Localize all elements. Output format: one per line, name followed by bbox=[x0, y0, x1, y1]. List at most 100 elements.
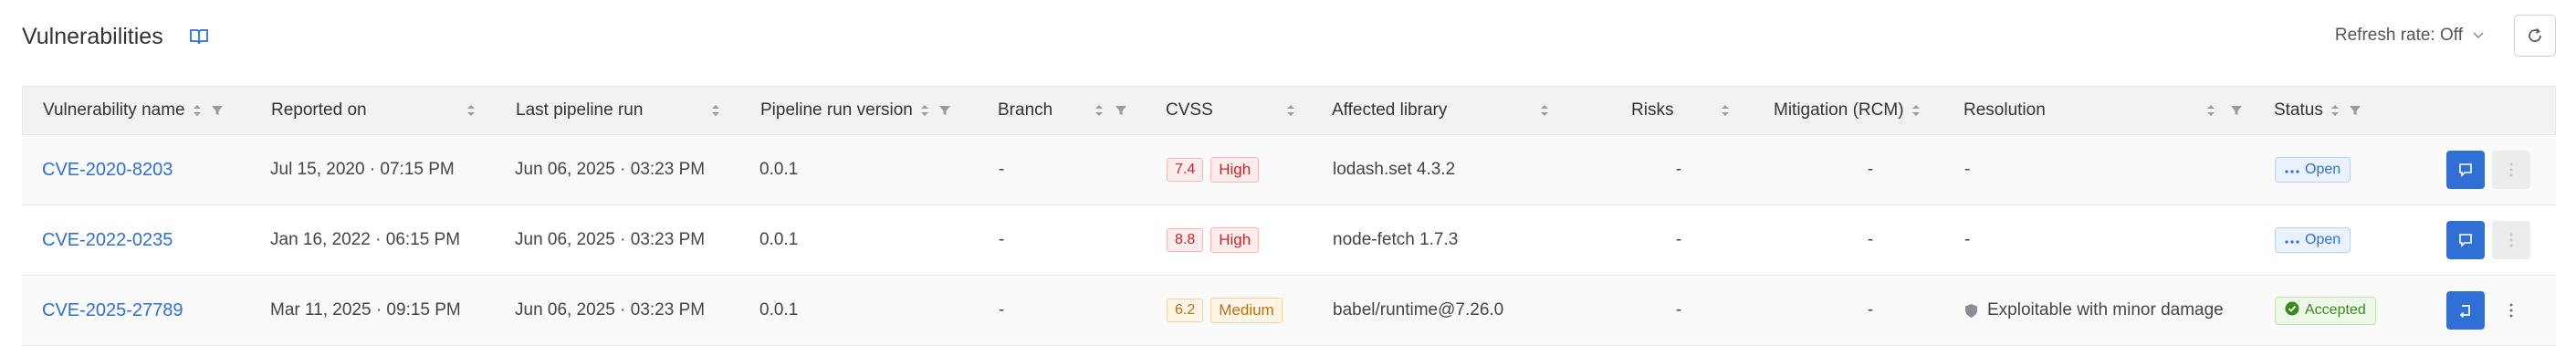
comment-icon bbox=[2459, 163, 2472, 177]
pipeline-run-version-cell: 0.0.1 bbox=[759, 276, 798, 345]
affected-library-cell: node-fetch 1.7.3 bbox=[1333, 205, 1458, 275]
col-pipeline-run-version-label: Pipeline run version bbox=[760, 100, 913, 120]
reported-on-cell: Jul 15, 2020 · 07:15 PM bbox=[270, 135, 455, 204]
undo-button[interactable] bbox=[2446, 291, 2485, 330]
sort-icon[interactable] bbox=[193, 103, 202, 118]
row-primary-action-cell bbox=[2446, 205, 2485, 275]
more-vertical-icon bbox=[2509, 163, 2513, 177]
risks-cell: - bbox=[1638, 276, 1720, 345]
affected-library-value: lodash.set 4.3.2 bbox=[1333, 160, 1456, 179]
vulnerability-name-link[interactable]: CVE-2020-8203 bbox=[42, 160, 173, 181]
col-affected-library-header[interactable]: Affected library bbox=[1332, 87, 1447, 134]
more-actions-button[interactable] bbox=[2492, 151, 2530, 189]
cvss-score-badge: 8.8 bbox=[1167, 228, 1204, 252]
vulnerability-name-link[interactable]: CVE-2025-27789 bbox=[42, 300, 183, 321]
comment-button[interactable] bbox=[2446, 221, 2485, 259]
table-row[interactable]: CVE-2022-0235 Jan 16, 2022 · 06:15 PM Jun … bbox=[22, 205, 2556, 276]
branch-value: - bbox=[999, 300, 1005, 320]
vulnerability-name-cell[interactable]: CVE-2022-0235 bbox=[42, 205, 173, 275]
last-pipeline-run-cell: Jun 06, 2025 · 03:23 PM bbox=[515, 276, 705, 345]
pipeline-run-version-value: 0.0.1 bbox=[759, 160, 799, 179]
branch-cell: - bbox=[999, 205, 1004, 275]
resolution-value: Exploitable with minor damage bbox=[1987, 300, 2224, 320]
cvss-score-badge: 6.2 bbox=[1167, 299, 1204, 322]
ellipsis-icon bbox=[2285, 162, 2299, 178]
status-label: Open bbox=[2305, 162, 2341, 177]
filter-icon[interactable] bbox=[211, 104, 224, 117]
comment-button[interactable] bbox=[2446, 151, 2485, 189]
col-vulnerability-name-label: Vulnerability name bbox=[43, 100, 185, 120]
col-risks-label: Risks bbox=[1631, 100, 1674, 120]
sort-icon[interactable] bbox=[711, 87, 720, 134]
col-resolution-header[interactable]: Resolution bbox=[1963, 87, 2046, 134]
table-row[interactable]: CVE-2025-27789 Mar 11, 2025 · 09:15 PM Jun… bbox=[22, 276, 2556, 346]
resolution-cell: Exploitable with minor damage bbox=[1964, 276, 2224, 345]
col-cvss-header[interactable]: CVSS bbox=[1166, 87, 1213, 134]
risks-value: - bbox=[1675, 300, 1682, 320]
sort-icon[interactable] bbox=[1286, 87, 1295, 134]
sort-icon[interactable] bbox=[466, 87, 476, 134]
col-risks-header[interactable]: Risks bbox=[1631, 87, 1673, 134]
affected-library-value: node-fetch 1.7.3 bbox=[1333, 230, 1459, 249]
status-cell: Open bbox=[2275, 205, 2351, 275]
sort-icon[interactable] bbox=[1540, 87, 1549, 134]
table-body: CVE-2020-8203 Jul 15, 2020 · 07:15 PM Jun … bbox=[22, 135, 2556, 346]
status-badge: Open bbox=[2275, 227, 2351, 253]
branch-value: - bbox=[999, 160, 1005, 179]
ellipsis-icon bbox=[2285, 232, 2299, 248]
sort-icon[interactable] bbox=[1094, 87, 1104, 134]
reported-on-cell: Jan 16, 2022 · 06:15 PM bbox=[270, 205, 460, 275]
mitigation-cell: - bbox=[1802, 205, 1939, 275]
sort-icon[interactable] bbox=[1721, 87, 1730, 134]
sort-icon[interactable] bbox=[1911, 103, 1921, 118]
last-pipeline-run-value: Jun 06, 2025 · 03:23 PM bbox=[515, 300, 706, 320]
risks-cell: - bbox=[1638, 135, 1720, 204]
col-last-pipeline-run-header[interactable]: Last pipeline run bbox=[516, 87, 643, 134]
affected-library-cell: lodash.set 4.3.2 bbox=[1333, 135, 1455, 204]
sort-icon[interactable] bbox=[2330, 103, 2340, 118]
more-vertical-icon bbox=[2509, 303, 2513, 318]
more-actions-button[interactable] bbox=[2492, 291, 2530, 330]
refresh-icon bbox=[2529, 27, 2541, 42]
resolution-value: - bbox=[1964, 160, 1971, 179]
row-primary-action-cell bbox=[2446, 135, 2485, 204]
filter-icon[interactable] bbox=[2349, 104, 2361, 117]
vulnerability-name-cell[interactable]: CVE-2025-27789 bbox=[42, 276, 183, 345]
col-branch-header[interactable]: Branch bbox=[998, 87, 1052, 134]
refresh-controls: Refresh rate: Off bbox=[2335, 15, 2576, 57]
table-row[interactable]: CVE-2020-8203 Jul 15, 2020 · 07:15 PM Jun … bbox=[22, 135, 2556, 205]
last-pipeline-run-value: Jun 06, 2025 · 03:23 PM bbox=[515, 230, 706, 249]
refresh-button[interactable] bbox=[2514, 15, 2556, 57]
page-title: Vulnerabilities bbox=[22, 23, 163, 49]
row-more-action-cell bbox=[2492, 205, 2530, 275]
col-mitigation-header[interactable]: Mitigation (RCM) bbox=[1774, 87, 1921, 134]
branch-value: - bbox=[999, 230, 1005, 249]
book-icon[interactable] bbox=[187, 25, 211, 48]
col-status-header[interactable]: Status bbox=[2274, 87, 2361, 134]
filter-icon[interactable] bbox=[1115, 87, 1127, 134]
risks-cell: - bbox=[1638, 205, 1720, 275]
reported-on-value: Jul 15, 2020 · 07:15 PM bbox=[270, 160, 455, 179]
vulnerability-name-cell[interactable]: CVE-2020-8203 bbox=[42, 135, 173, 204]
comment-icon bbox=[2459, 234, 2472, 247]
col-vulnerability-name-header[interactable]: Vulnerability name bbox=[43, 87, 224, 134]
branch-cell: - bbox=[999, 276, 1004, 345]
sort-icon[interactable] bbox=[2206, 87, 2215, 134]
pipeline-run-version-cell: 0.0.1 bbox=[759, 205, 798, 275]
chevron-down-icon[interactable] bbox=[2468, 26, 2488, 46]
more-actions-button[interactable] bbox=[2492, 221, 2530, 259]
vulnerability-name-link[interactable]: CVE-2022-0235 bbox=[42, 230, 173, 251]
last-pipeline-run-cell: Jun 06, 2025 · 03:23 PM bbox=[515, 135, 705, 204]
affected-library-value: babel/runtime@7.26.0 bbox=[1333, 300, 1504, 320]
status-label: Accepted bbox=[2305, 302, 2366, 318]
refresh-rate-select[interactable]: Refresh rate: Off bbox=[2335, 26, 2463, 46]
col-cvss-label: CVSS bbox=[1166, 100, 1213, 120]
col-pipeline-run-version-header[interactable]: Pipeline run version bbox=[760, 87, 951, 134]
sort-icon[interactable] bbox=[920, 103, 929, 118]
filter-icon[interactable] bbox=[938, 104, 951, 117]
filter-icon[interactable] bbox=[2230, 87, 2243, 134]
reported-on-value: Jan 16, 2022 · 06:15 PM bbox=[270, 230, 461, 249]
col-last-pipeline-run-label: Last pipeline run bbox=[516, 100, 644, 120]
col-branch-label: Branch bbox=[998, 100, 1053, 120]
col-reported-on-header[interactable]: Reported on bbox=[271, 87, 367, 134]
